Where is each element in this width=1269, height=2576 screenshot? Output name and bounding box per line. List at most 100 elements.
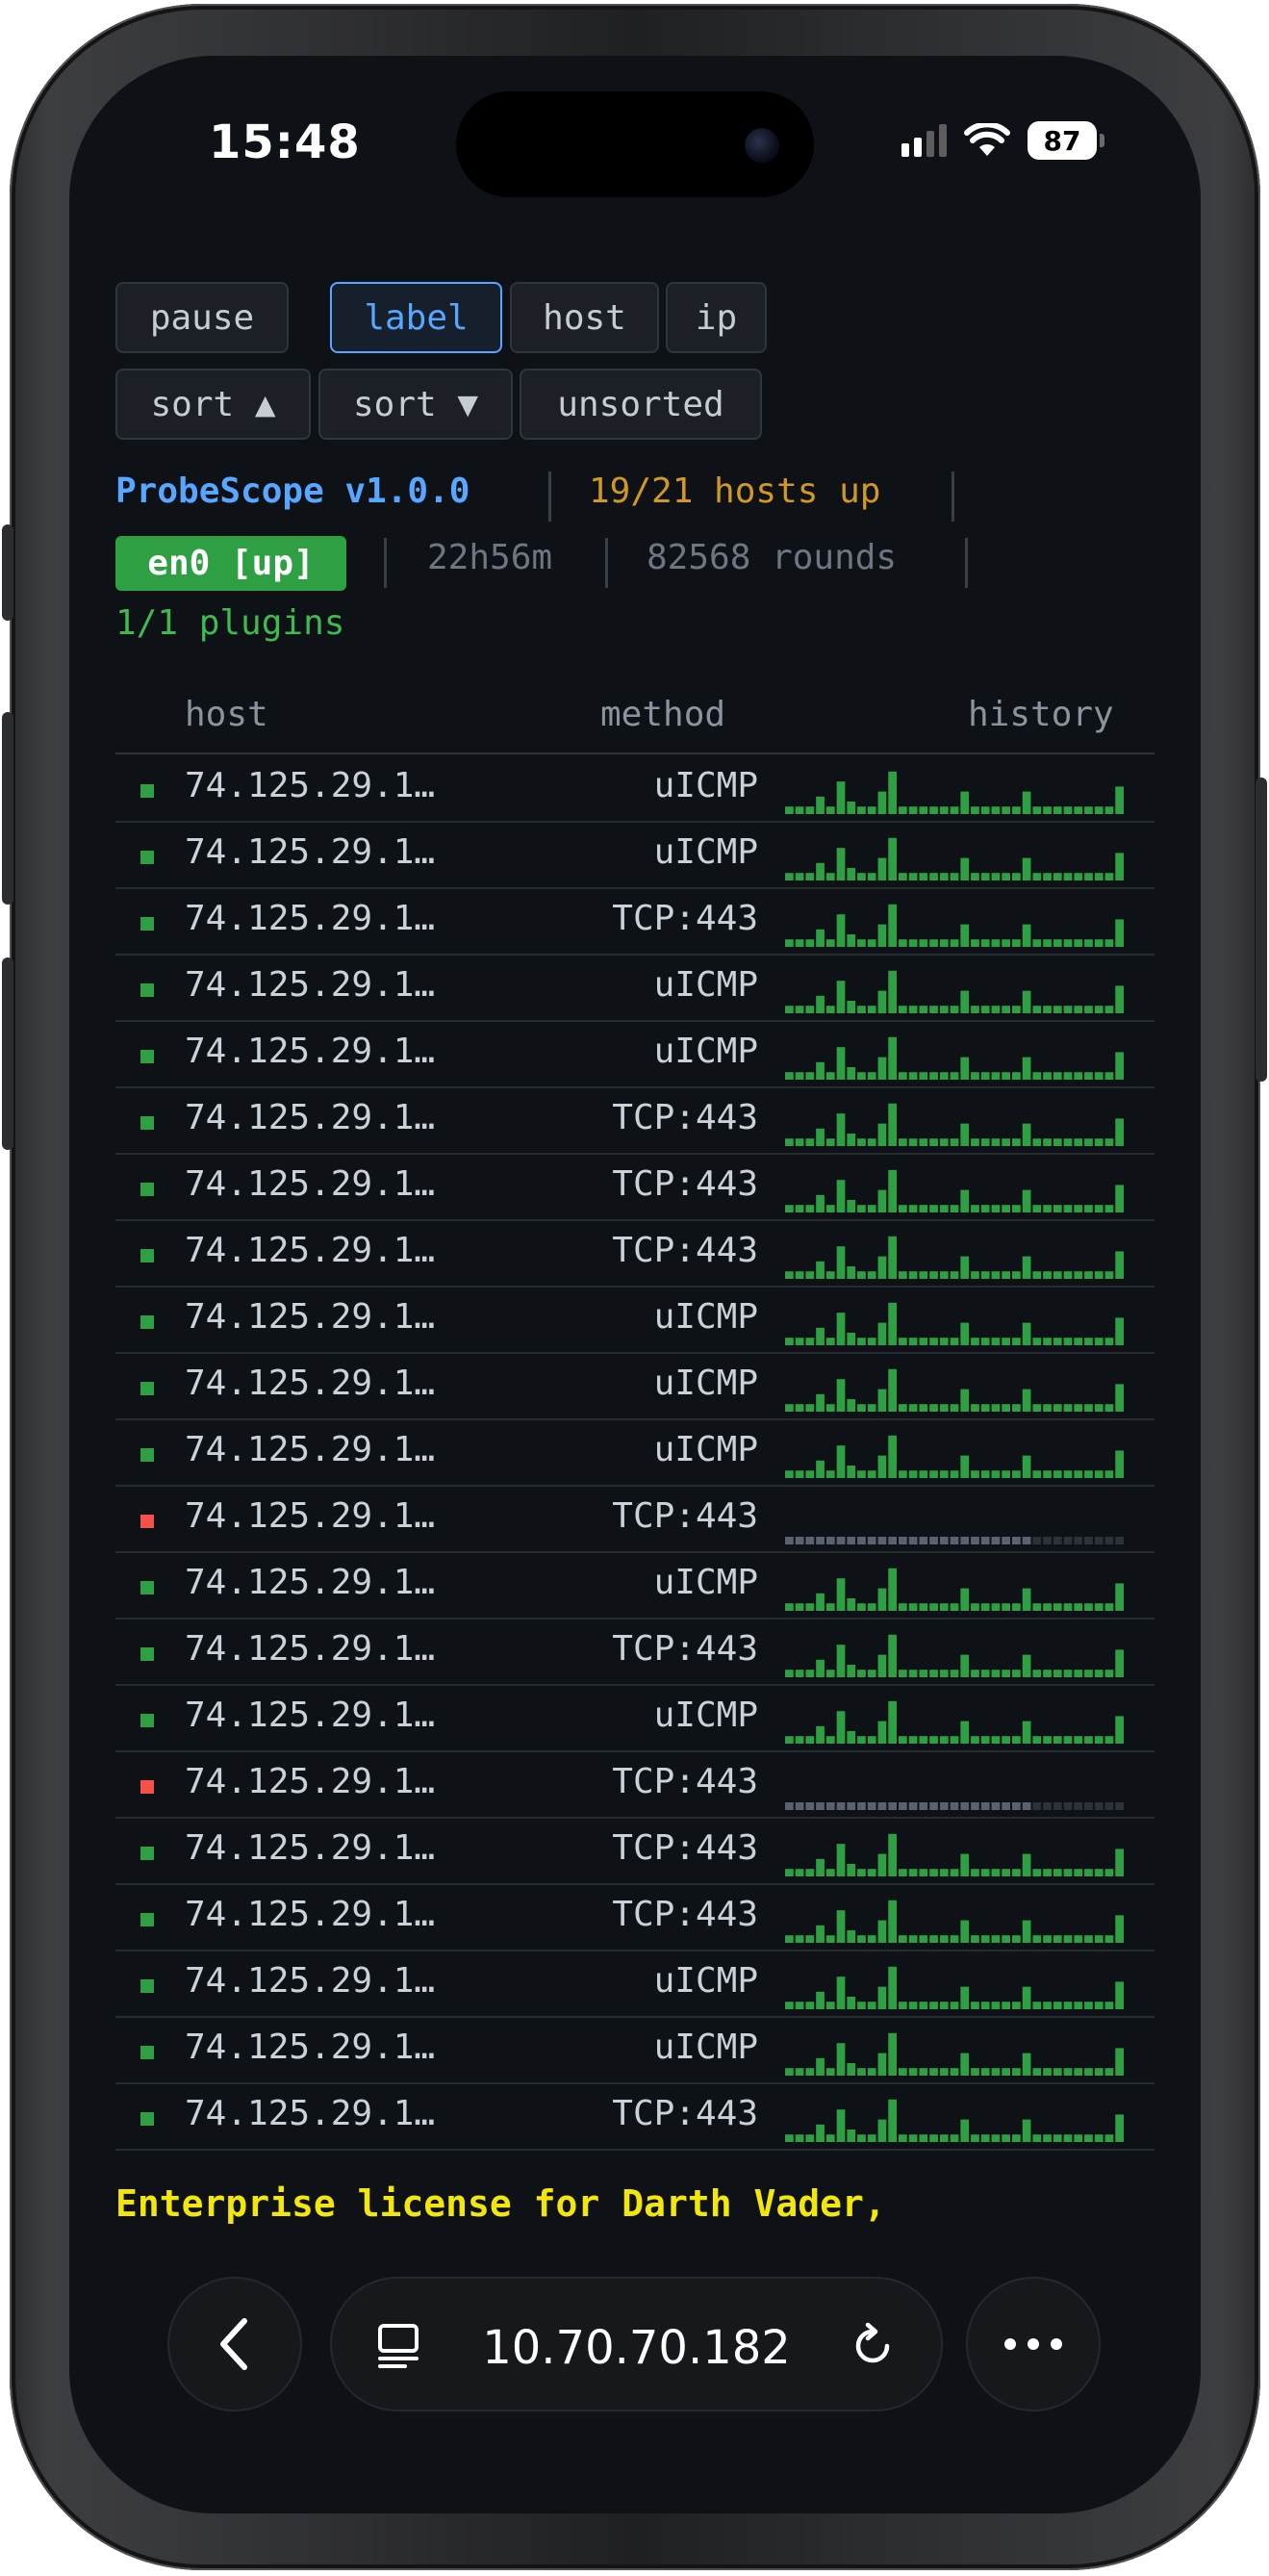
table-row[interactable]: 74.125.29.1… uICMP xyxy=(115,1420,1155,1487)
table-row[interactable]: 74.125.29.1… uICMP xyxy=(115,823,1155,889)
method-cell: uICMP xyxy=(653,1032,758,1071)
host-cell: 74.125.29.1… xyxy=(185,1828,436,1868)
history-bar xyxy=(899,1072,907,1080)
history-bar xyxy=(1063,1470,1073,1478)
volume-up-button[interactable] xyxy=(2,712,13,905)
history-bar xyxy=(847,1333,856,1345)
history-bar xyxy=(1002,1603,1010,1611)
table-row[interactable]: 74.125.29.1… uICMP xyxy=(115,1686,1155,1752)
table-row[interactable]: 74.125.29.1… TCP:443 xyxy=(115,1752,1155,1819)
host-cell: 74.125.29.1… xyxy=(185,965,436,1005)
history-bar xyxy=(877,924,887,947)
history-bar xyxy=(888,1833,897,1876)
history-bar xyxy=(1053,1006,1062,1013)
history-bar xyxy=(991,1205,1001,1212)
dynamic-island xyxy=(456,91,814,197)
history-bar xyxy=(867,1470,876,1478)
table-row[interactable]: 74.125.29.1… uICMP xyxy=(115,1354,1155,1420)
reload-icon[interactable] xyxy=(847,2320,899,2372)
power-button[interactable] xyxy=(1256,778,1267,1082)
history-bar xyxy=(899,1404,907,1412)
history-bar xyxy=(877,1389,887,1412)
table-row[interactable]: 74.125.29.1… TCP:443 xyxy=(115,1885,1155,1951)
history-bar xyxy=(939,1736,949,1744)
table-row[interactable]: 74.125.29.1… TCP:443 xyxy=(115,1620,1155,1686)
table-row[interactable]: 74.125.29.1… uICMP xyxy=(115,956,1155,1022)
history-bar xyxy=(899,1271,907,1279)
history-bar xyxy=(805,1205,815,1212)
history-bar xyxy=(1012,1205,1021,1212)
history-bar xyxy=(1053,1404,1062,1412)
more-options-button[interactable] xyxy=(966,2277,1101,2411)
history-bar xyxy=(825,1404,835,1412)
history-bar xyxy=(950,1470,959,1478)
history-bar xyxy=(836,914,846,947)
table-row[interactable]: 74.125.29.1… TCP:443 xyxy=(115,1221,1155,1288)
pause-button[interactable]: pause xyxy=(115,282,289,353)
history-bar xyxy=(1084,2134,1093,2142)
history-bar xyxy=(1002,2002,1010,2009)
history-bar xyxy=(867,1271,876,1279)
history-bar xyxy=(971,1470,979,1478)
host-cell: 74.125.29.1… xyxy=(185,1961,436,2001)
history-bar xyxy=(939,1670,949,1677)
table-row[interactable]: 74.125.29.1… TCP:443 xyxy=(115,1487,1155,1553)
table-row[interactable]: 74.125.29.1… uICMP xyxy=(115,1022,1155,1088)
table-row[interactable]: 74.125.29.1… TCP:443 xyxy=(115,1819,1155,1885)
table-row[interactable]: 74.125.29.1… TCP:443 xyxy=(115,889,1155,956)
history-bar xyxy=(867,939,876,947)
history-bar xyxy=(939,1470,949,1478)
back-button[interactable] xyxy=(167,2277,302,2411)
volume-down-button[interactable] xyxy=(2,957,13,1150)
ip-button[interactable]: ip xyxy=(666,282,767,353)
history-bar xyxy=(1094,1935,1104,1943)
history-bar xyxy=(1043,1205,1052,1212)
table-row[interactable]: 74.125.29.1… uICMP xyxy=(115,1553,1155,1620)
history-bar xyxy=(1053,2002,1062,2009)
history-sparkline xyxy=(785,1568,1124,1611)
table-row[interactable]: 74.125.29.1… uICMP xyxy=(115,1288,1155,1354)
history-bar xyxy=(1022,1123,1031,1146)
history-bar xyxy=(888,1802,897,1810)
history-bar xyxy=(960,1455,970,1478)
history-bar xyxy=(919,1736,928,1744)
column-header-method[interactable]: method xyxy=(600,695,725,734)
table-row[interactable]: 74.125.29.1… TCP:443 xyxy=(115,1155,1155,1221)
history-bar xyxy=(1002,1072,1010,1080)
unsorted-button[interactable]: unsorted xyxy=(520,369,762,440)
sort-descending-button[interactable]: sort ▼ xyxy=(318,369,513,440)
table-row[interactable]: 74.125.29.1… TCP:443 xyxy=(115,1088,1155,1155)
sort-ascending-button[interactable]: sort ▲ xyxy=(115,369,311,440)
column-header-history[interactable]: history xyxy=(968,695,1114,734)
history-bar xyxy=(899,1470,907,1478)
history-bar xyxy=(1012,1537,1021,1544)
history-bar xyxy=(971,1138,979,1146)
label-button[interactable]: label xyxy=(330,282,502,353)
host-button[interactable]: host xyxy=(510,282,659,353)
history-bar xyxy=(1094,2002,1104,2009)
table-row[interactable]: 74.125.29.1… uICMP xyxy=(115,1951,1155,2018)
status-up-indicator xyxy=(140,1448,154,1462)
history-bar xyxy=(888,1169,897,1212)
history-bar xyxy=(1084,1138,1093,1146)
table-row[interactable]: 74.125.29.1… TCP:443 xyxy=(115,2084,1155,2151)
history-sparkline xyxy=(785,1302,1124,1345)
history-bar xyxy=(1094,1006,1104,1013)
history-bar xyxy=(991,939,1001,947)
history-bar xyxy=(908,1537,918,1544)
address-bar[interactable]: 10.70.70.182 xyxy=(330,2277,943,2411)
column-header-host[interactable]: host xyxy=(185,695,268,734)
table-row[interactable]: 74.125.29.1… uICMP xyxy=(115,756,1155,823)
history-bar xyxy=(908,1603,918,1611)
method-cell: TCP:443 xyxy=(612,899,758,938)
table-row[interactable]: 74.125.29.1… uICMP xyxy=(115,2018,1155,2084)
history-bar xyxy=(899,806,907,814)
action-button[interactable] xyxy=(2,524,13,621)
history-bar xyxy=(939,1072,949,1080)
history-bar xyxy=(1115,919,1124,947)
history-bar xyxy=(825,1470,835,1478)
history-bar xyxy=(847,1266,856,1279)
history-bar xyxy=(1032,2134,1042,2142)
history-bar xyxy=(929,2134,938,2142)
history-bar xyxy=(888,837,897,880)
